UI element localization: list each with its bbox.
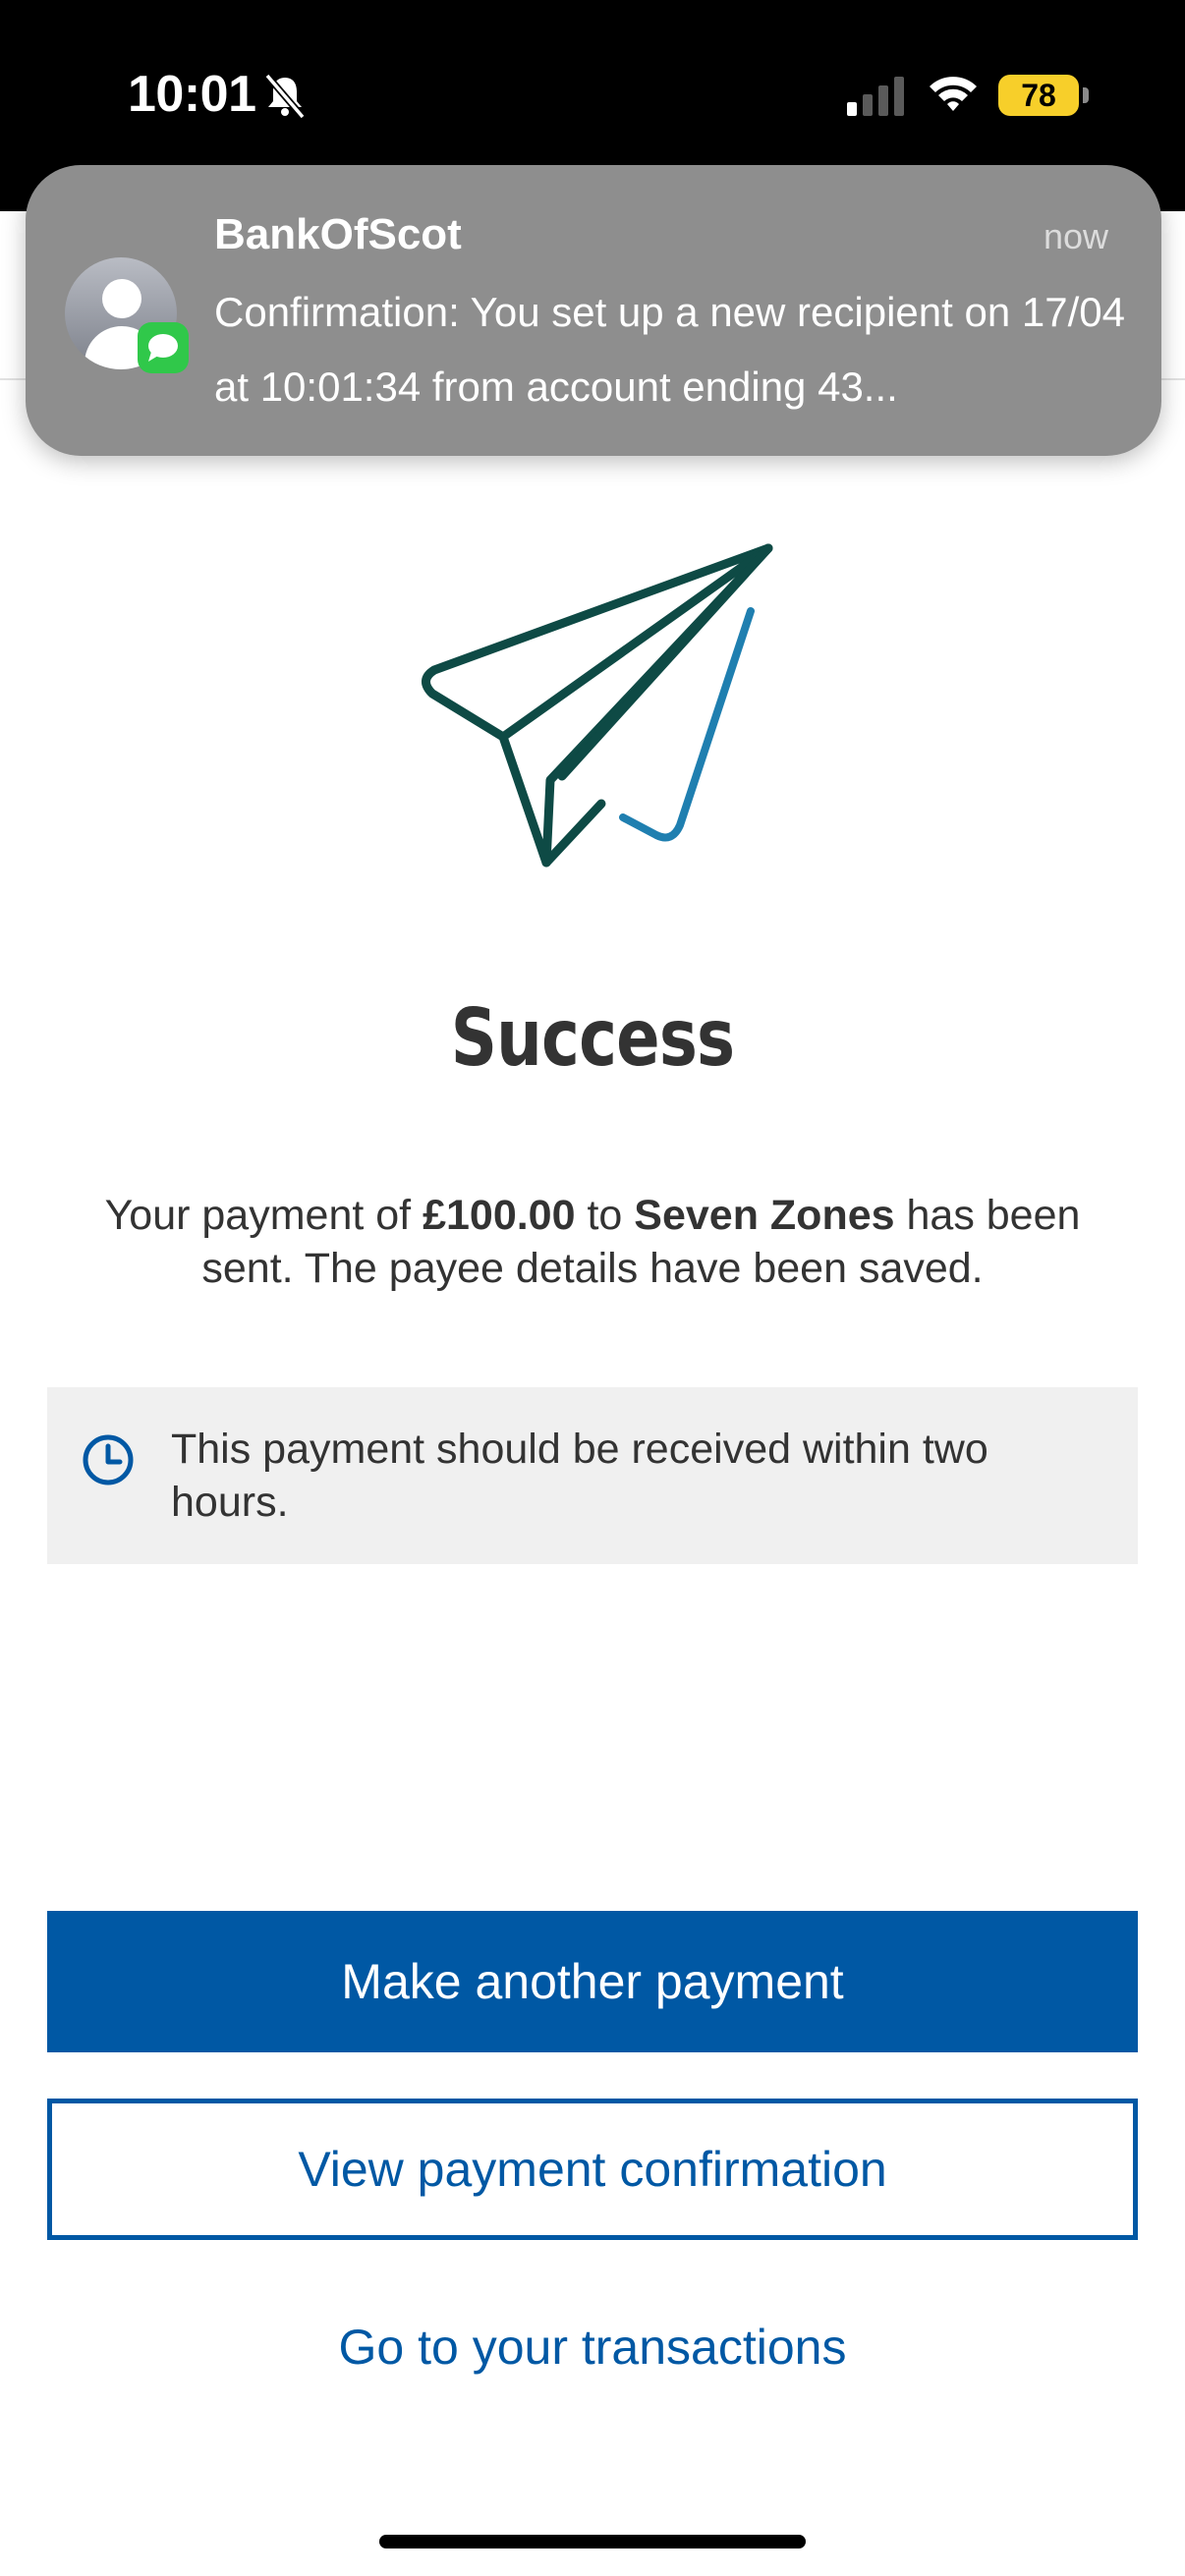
view-payment-confirmation-button[interactable]: View payment confirmation (47, 2099, 1138, 2240)
notification-body: Confirmation: You set up a new recipient… (214, 289, 1125, 410)
paper-plane-icon (422, 543, 773, 868)
go-to-transactions-link[interactable]: Go to your transactions (0, 2319, 1185, 2376)
notification-time: now (1043, 216, 1108, 256)
info-banner: This payment should be received within t… (47, 1387, 1138, 1564)
payee-name: Seven Zones (634, 1192, 895, 1239)
messages-icon (138, 322, 189, 373)
status-time: 10:01 (128, 66, 256, 123)
battery-level: 78 (1021, 78, 1056, 113)
cellular-signal-icon (847, 77, 904, 116)
make-another-payment-button[interactable]: Make another payment (47, 1911, 1138, 2052)
battery-cap (1083, 87, 1089, 103)
wifi-icon (930, 77, 977, 111)
push-notification[interactable]: BankOfScot now Confirmation: You set up … (26, 165, 1161, 456)
battery-icon: 78 (998, 75, 1079, 116)
payment-amount: £100.00 (423, 1192, 576, 1239)
bell-muted-icon (264, 73, 306, 119)
success-message: Your payment of £100.00 to Seven Zones h… (104, 1192, 1081, 1292)
home-indicator[interactable] (379, 2535, 806, 2548)
notification-app-name: BankOfScot (214, 210, 462, 258)
page-title: Success (450, 992, 735, 1084)
clock-icon (83, 1434, 134, 1485)
info-text: This payment should be received within t… (171, 1426, 988, 1526)
